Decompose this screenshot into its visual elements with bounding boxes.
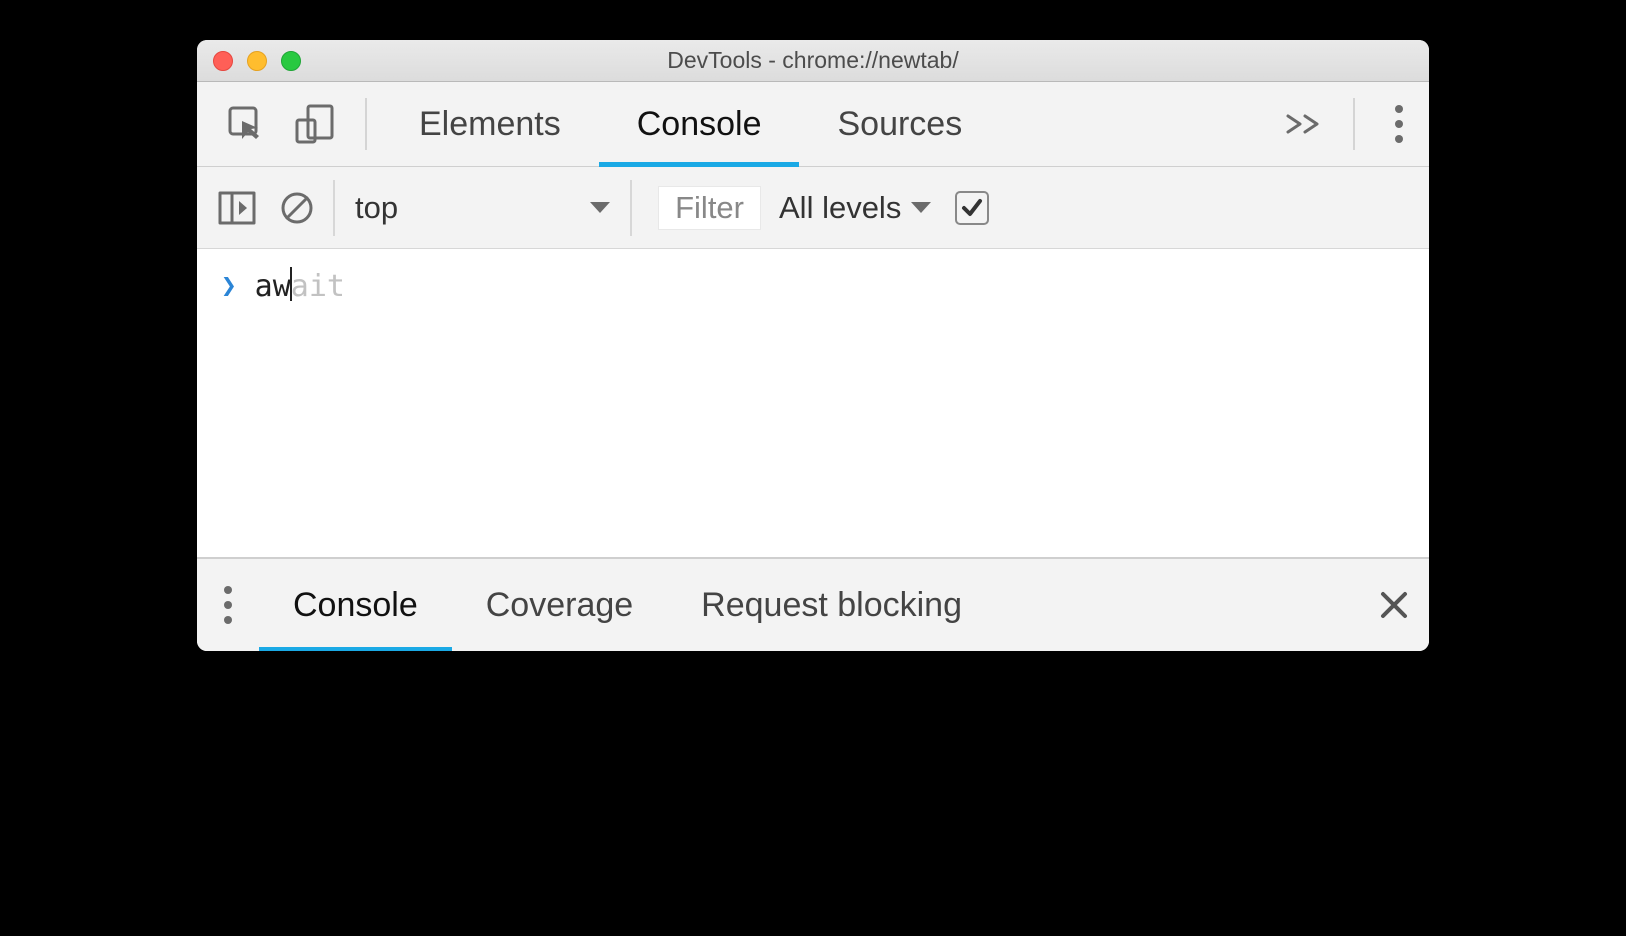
typed-text: aw <box>255 269 291 304</box>
chevron-down-icon <box>588 200 612 216</box>
clear-console-icon[interactable] <box>267 190 327 226</box>
checkmark-icon <box>961 198 983 218</box>
tab-console[interactable]: Console <box>599 82 800 166</box>
drawer-tab-coverage[interactable]: Coverage <box>452 559 667 651</box>
tab-label: Sources <box>837 105 962 144</box>
log-levels-dropdown[interactable]: All levels <box>779 190 933 226</box>
divider <box>365 98 367 150</box>
settings-checkbox[interactable] <box>955 191 989 225</box>
tab-label: Elements <box>419 105 561 144</box>
sidebar-toggle-icon[interactable] <box>207 190 267 226</box>
console-input-area[interactable]: ❯ await <box>197 249 1429 557</box>
divider <box>1353 98 1355 150</box>
drawer-kebab-menu-icon[interactable] <box>197 584 259 626</box>
kebab-menu-icon[interactable] <box>1369 103 1429 145</box>
drawer-tabbar: Console Coverage Request blocking <box>197 557 1429 651</box>
main-tabbar: Elements Console Sources <box>197 82 1429 167</box>
console-prompt-line: ❯ await <box>221 267 1405 304</box>
log-levels-label: All levels <box>779 190 901 226</box>
device-toggle-icon[interactable] <box>281 103 351 145</box>
drawer-tab-request-blocking[interactable]: Request blocking <box>667 559 996 651</box>
tab-elements[interactable]: Elements <box>381 82 599 166</box>
more-tabs-icon[interactable] <box>1269 112 1339 136</box>
chevron-down-icon <box>909 200 933 216</box>
filter-input[interactable]: Filter <box>658 186 761 230</box>
tab-sources[interactable]: Sources <box>799 82 1000 166</box>
window-title: DevTools - chrome://newtab/ <box>197 47 1429 74</box>
titlebar[interactable]: DevTools - chrome://newtab/ <box>197 40 1429 82</box>
execution-context-value: top <box>355 190 398 226</box>
tab-label: Request blocking <box>701 586 962 625</box>
prompt-chevron-icon: ❯ <box>221 271 237 301</box>
inspect-element-icon[interactable] <box>211 103 281 145</box>
console-toolbar: top Filter All levels <box>197 167 1429 249</box>
close-icon <box>1379 590 1409 620</box>
execution-context-dropdown[interactable]: top <box>345 180 632 236</box>
devtools-window: DevTools - chrome://newtab/ Elements Con… <box>197 40 1429 651</box>
tab-label: Console <box>637 105 762 144</box>
drawer-tab-console[interactable]: Console <box>259 559 452 651</box>
console-input[interactable]: await <box>255 267 345 304</box>
close-drawer-button[interactable] <box>1359 590 1429 620</box>
autocomplete-suggestion: ait <box>291 269 345 304</box>
filter-placeholder: Filter <box>675 190 744 225</box>
tab-label: Coverage <box>486 586 633 625</box>
tab-label: Console <box>293 586 418 625</box>
